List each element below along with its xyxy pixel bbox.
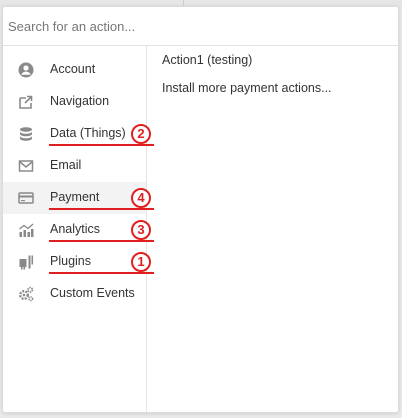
- annotation-underline-analytics: [49, 240, 154, 242]
- search-input[interactable]: [8, 15, 388, 37]
- action-item[interactable]: Action1 (testing): [162, 53, 252, 67]
- sidebar-item-label: Email: [50, 158, 82, 172]
- annotation-underline-plugins: [49, 272, 154, 274]
- action-picker-panel: Account Navigation Data (Things): [2, 6, 399, 413]
- sidebar-item-label: Payment: [50, 190, 100, 204]
- navigation-icon: [18, 94, 34, 110]
- annotation-badge-4: 4: [131, 188, 151, 208]
- sidebar-item-label: Analytics: [50, 222, 101, 236]
- sidebar-item-custom-events[interactable]: Custom Events: [3, 278, 146, 310]
- sidebar-item-label: Account: [50, 62, 96, 76]
- annotation-badge-3: 3: [131, 220, 151, 240]
- search-bar: [3, 7, 398, 46]
- sidebar-item-navigation[interactable]: Navigation: [3, 86, 146, 118]
- annotation-badge-2: 2: [131, 124, 151, 144]
- sidebar-item-label: Navigation: [50, 94, 110, 108]
- database-icon: [18, 126, 34, 142]
- sidebar-item-email[interactable]: Email: [3, 150, 146, 182]
- sidebar-item-account[interactable]: Account: [3, 54, 146, 86]
- plugin-icon: [18, 254, 34, 270]
- annotation-underline-data: [49, 144, 154, 146]
- sidebar-item-label: Custom Events: [50, 286, 135, 300]
- install-more-actions-link[interactable]: Install more payment actions...: [162, 81, 332, 95]
- annotation-badge-1: 1: [131, 252, 151, 272]
- sidebar-item-label: Data (Things): [50, 126, 126, 140]
- annotation-underline-payment: [49, 208, 154, 210]
- analytics-icon: [18, 222, 34, 238]
- email-icon: [18, 158, 34, 174]
- gears-icon: [18, 286, 34, 302]
- sidebar-item-label: Plugins: [50, 254, 91, 268]
- payment-icon: [18, 190, 34, 206]
- category-sidebar: Account Navigation Data (Things) Email P…: [3, 46, 154, 412]
- account-icon: [18, 62, 34, 78]
